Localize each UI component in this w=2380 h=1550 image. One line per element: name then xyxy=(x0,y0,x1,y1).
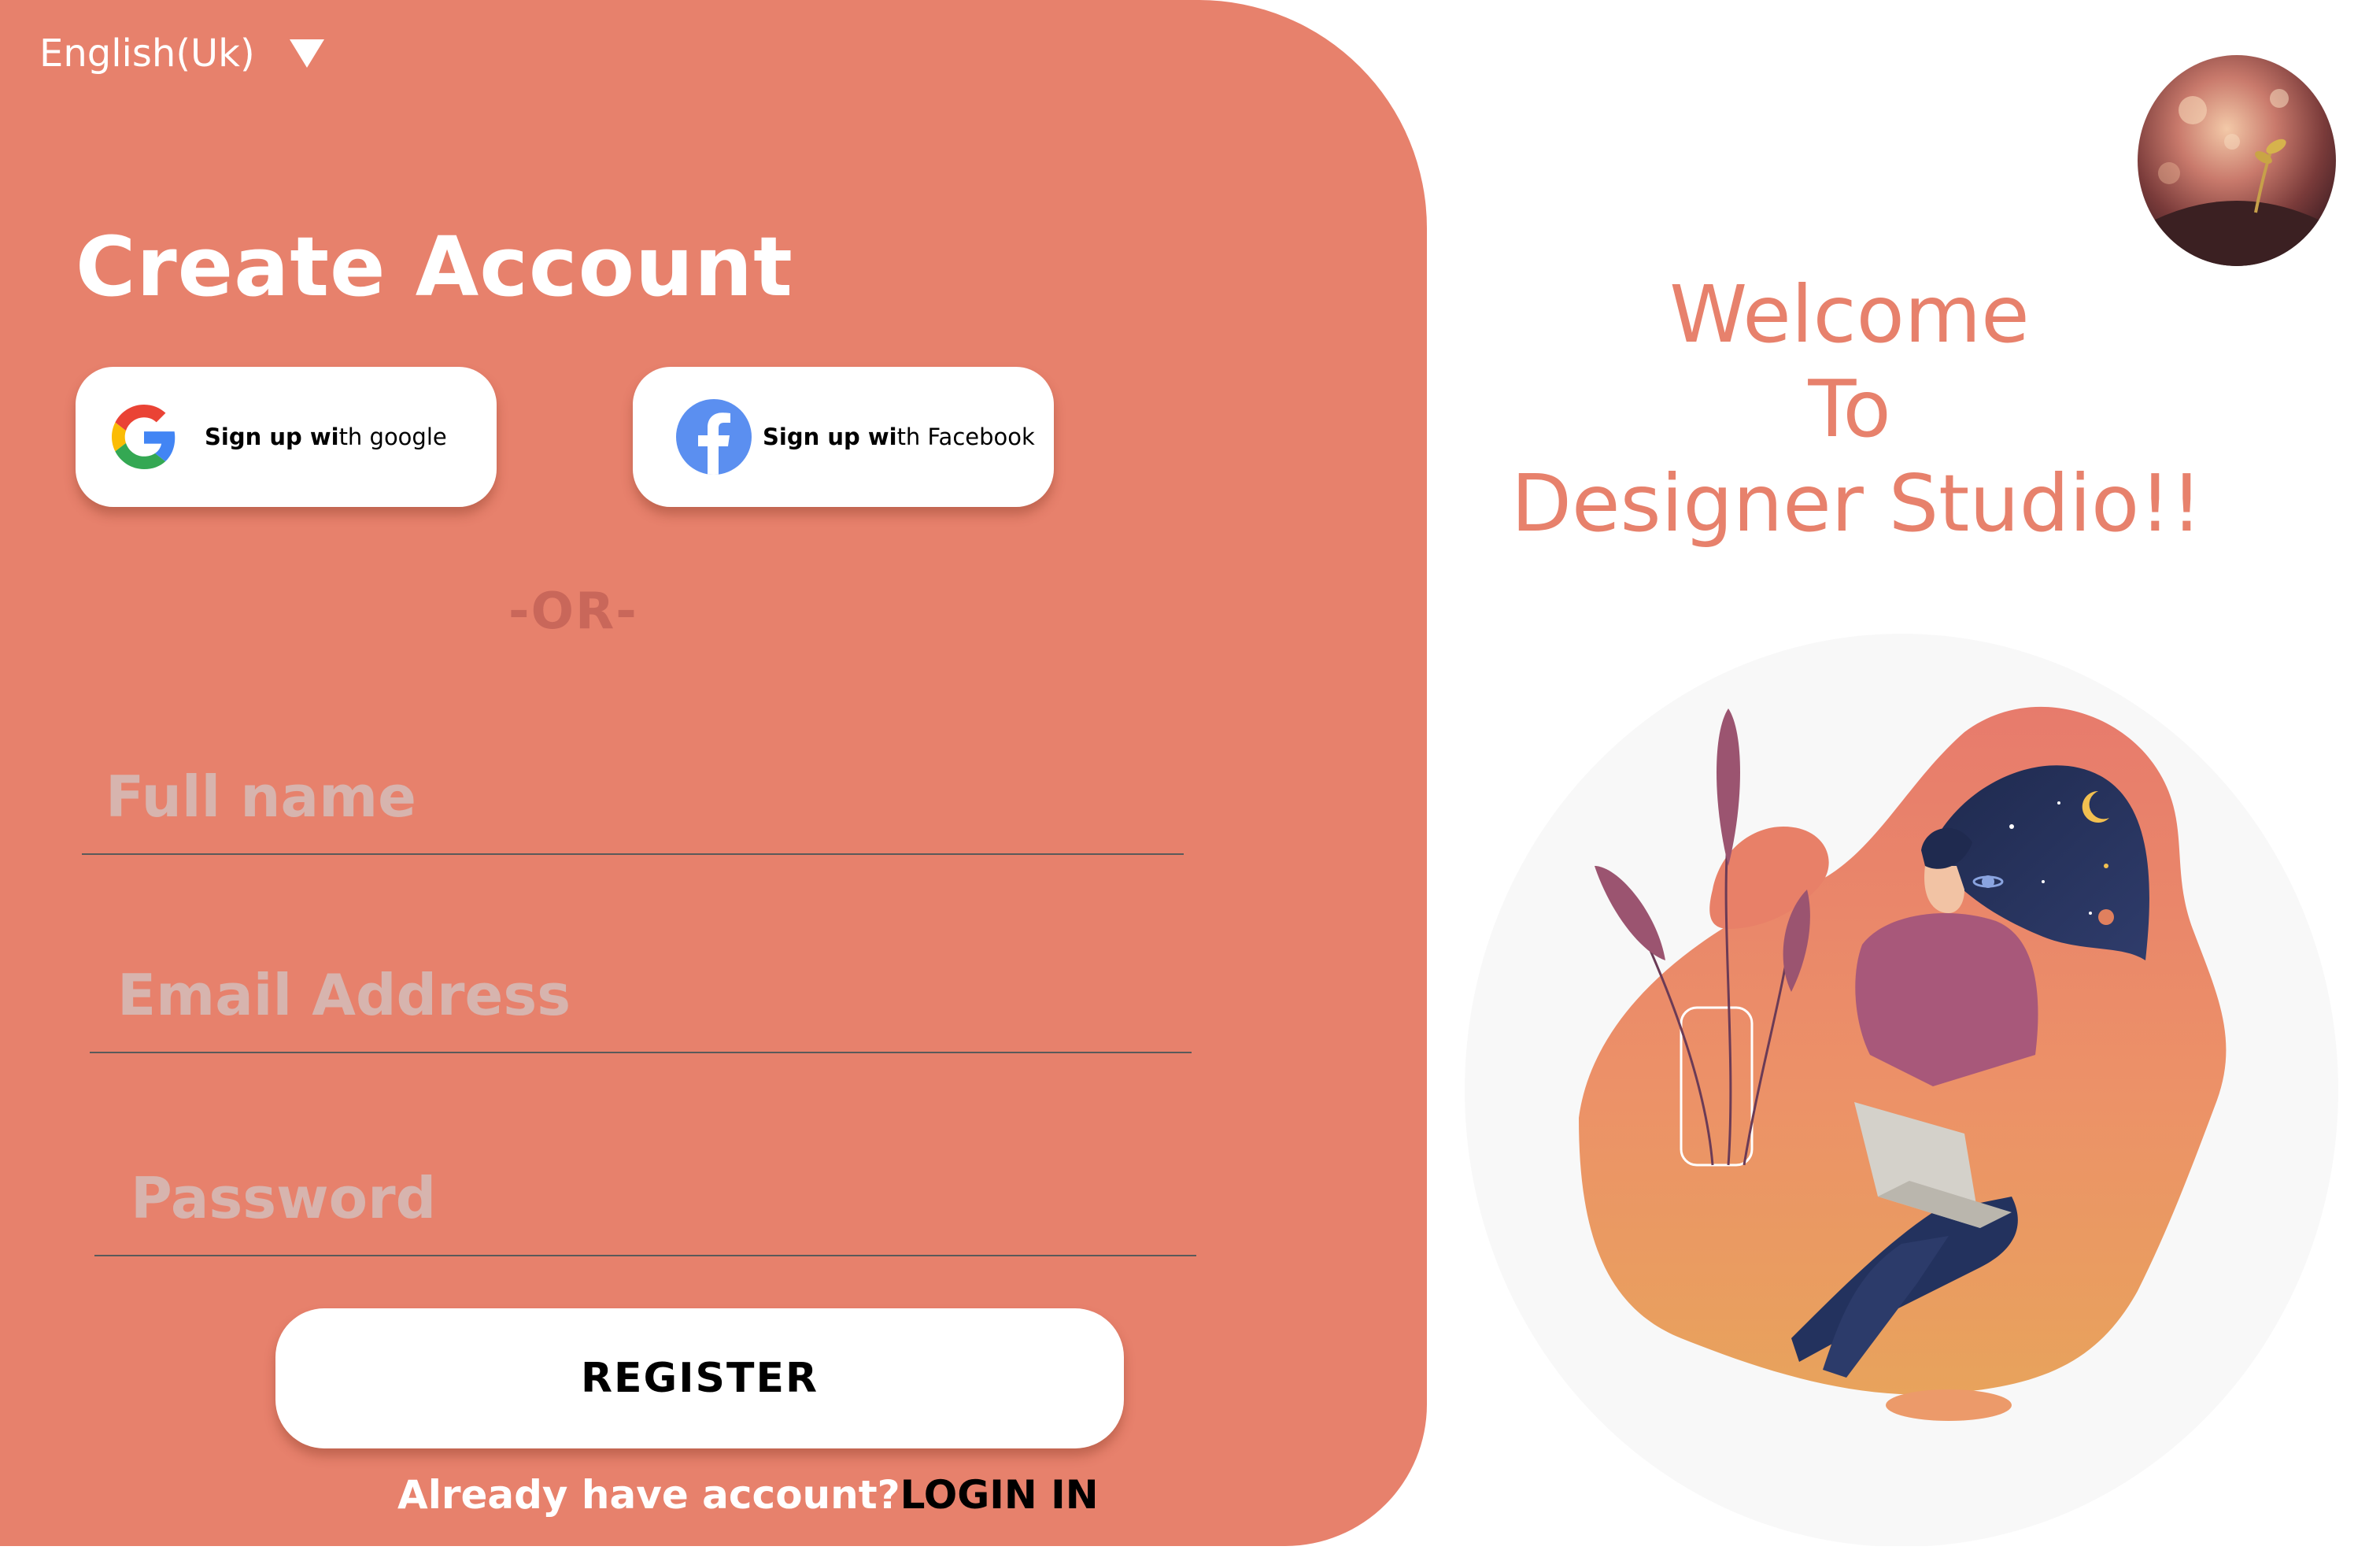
hero-illustration xyxy=(1461,630,2342,1547)
fullname-field xyxy=(82,735,1184,855)
login-link[interactable]: LOGIN IN xyxy=(900,1472,1099,1518)
language-selector[interactable]: English(Uk) xyxy=(39,31,324,76)
google-signup-button[interactable]: Sign up with google xyxy=(76,367,497,507)
google-button-label: Sign up with google xyxy=(205,424,447,450)
email-field xyxy=(90,934,1192,1053)
avatar[interactable] xyxy=(2138,55,2336,266)
language-label: English(Uk) xyxy=(39,31,255,76)
fullname-input[interactable] xyxy=(82,764,1184,830)
password-input[interactable] xyxy=(94,1165,1196,1231)
login-prompt: Already have account?LOGIN IN xyxy=(397,1472,1099,1518)
or-divider: -OR- xyxy=(508,583,638,641)
password-field xyxy=(94,1137,1196,1256)
signup-panel: English(Uk) Create Account Sign up with … xyxy=(0,0,1427,1546)
facebook-signup-button[interactable]: Sign up with Facebook xyxy=(633,367,1054,507)
chevron-down-icon xyxy=(289,39,324,68)
welcome-line-1: Welcome xyxy=(1669,268,2030,361)
google-icon xyxy=(112,405,176,469)
welcome-heading: Welcome To Designer Studio!! xyxy=(1511,268,2203,551)
register-button[interactable]: REGISTER xyxy=(275,1308,1124,1448)
page-title: Create Account xyxy=(76,219,793,315)
welcome-line-3: Designer Studio!! xyxy=(1511,457,2203,549)
facebook-button-label: Sign up with Facebook xyxy=(763,424,1035,450)
welcome-line-2: To xyxy=(1808,363,1891,455)
facebook-icon xyxy=(676,399,752,475)
email-input[interactable] xyxy=(90,962,1192,1028)
login-question: Already have account? xyxy=(397,1472,900,1518)
